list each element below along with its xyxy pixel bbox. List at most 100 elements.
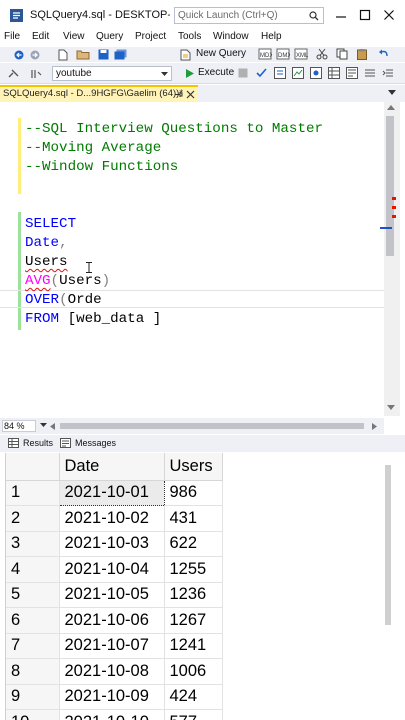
query-design-icon[interactable] bbox=[292, 67, 304, 79]
cell-users[interactable]: 1267 bbox=[164, 607, 223, 634]
table-row[interactable]: 10 2021-10-10 577 bbox=[6, 709, 223, 720]
menu-help[interactable]: Help bbox=[261, 31, 282, 42]
row-number[interactable]: 1 bbox=[6, 480, 60, 506]
scroll-left-icon[interactable] bbox=[50, 423, 55, 430]
row-number[interactable]: 8 bbox=[6, 658, 60, 685]
table-row[interactable]: 8 2021-10-08 1006 bbox=[6, 658, 223, 685]
paste-icon[interactable] bbox=[356, 48, 368, 60]
table-row[interactable]: 6 2021-10-06 1267 bbox=[6, 607, 223, 634]
pin-icon[interactable] bbox=[174, 90, 183, 99]
table-row[interactable]: 3 2021-10-03 622 bbox=[6, 531, 223, 557]
cell-date[interactable]: 2021-10-01 bbox=[58, 479, 165, 506]
back-icon[interactable] bbox=[14, 50, 26, 60]
dmx-query-icon[interactable]: DMX bbox=[276, 48, 290, 60]
open-folder-icon[interactable] bbox=[76, 49, 90, 60]
menu-project[interactable]: Project bbox=[135, 31, 166, 42]
table-row[interactable]: 1 2021-10-01 986 bbox=[6, 479, 223, 506]
row-number-header[interactable] bbox=[6, 453, 60, 481]
menu-tools[interactable]: Tools bbox=[178, 31, 201, 42]
available-databases-select[interactable]: youtube bbox=[52, 66, 172, 81]
cell-users[interactable]: 1241 bbox=[164, 633, 223, 659]
close-tab-icon[interactable] bbox=[186, 90, 195, 99]
tab-results[interactable]: Results bbox=[8, 437, 56, 451]
row-number[interactable]: 3 bbox=[6, 531, 60, 557]
cell-date[interactable]: 2021-10-04 bbox=[59, 556, 165, 583]
menu-edit[interactable]: Edit bbox=[32, 31, 49, 42]
maximize-button[interactable] bbox=[354, 5, 376, 25]
tab-messages[interactable]: Messages bbox=[60, 437, 120, 451]
forward-icon[interactable] bbox=[30, 50, 42, 60]
cell-users[interactable]: 986 bbox=[164, 480, 223, 506]
row-number[interactable]: 7 bbox=[6, 633, 60, 659]
cell-date[interactable]: 2021-10-06 bbox=[59, 607, 165, 634]
column-header-date[interactable]: Date bbox=[59, 453, 165, 481]
column-header-users[interactable]: Users bbox=[164, 453, 223, 481]
cell-users[interactable]: 577 bbox=[164, 709, 223, 720]
table-row[interactable]: 5 2021-10-05 1236 bbox=[6, 582, 223, 608]
stop-icon[interactable] bbox=[238, 68, 248, 78]
cell-date[interactable]: 2021-10-03 bbox=[59, 531, 165, 557]
new-query-button[interactable]: New Query bbox=[196, 48, 246, 59]
editor-horizontal-scrollbar[interactable] bbox=[50, 421, 380, 431]
tab-sqlquery4[interactable]: SQLQuery4.sql - D...9HGFG\Gaelim (64))* bbox=[0, 85, 198, 102]
cell-users[interactable]: 431 bbox=[164, 505, 223, 532]
comment-lines-icon[interactable] bbox=[364, 67, 376, 79]
row-number[interactable]: 10 bbox=[6, 709, 60, 720]
display-plan-icon[interactable] bbox=[274, 67, 286, 79]
table-row[interactable]: 7 2021-10-07 1241 bbox=[6, 633, 223, 659]
close-window-button[interactable] bbox=[378, 5, 400, 25]
quick-launch-input[interactable]: Quick Launch (Ctrl+Q) bbox=[174, 7, 324, 24]
menu-view[interactable]: View bbox=[63, 31, 85, 42]
undo-icon[interactable] bbox=[378, 48, 390, 60]
scroll-down-icon[interactable] bbox=[387, 405, 395, 410]
cell-users[interactable]: 424 bbox=[164, 684, 223, 710]
menu-window[interactable]: Window bbox=[213, 31, 249, 42]
include-plan-icon[interactable] bbox=[310, 67, 322, 79]
query-editor[interactable]: --SQL Interview Questions to Master --Mo… bbox=[0, 102, 384, 416]
menu-file[interactable]: File bbox=[4, 31, 20, 42]
new-query-icon[interactable] bbox=[180, 49, 192, 61]
cell-date[interactable]: 2021-10-02 bbox=[59, 505, 165, 532]
cell-users[interactable]: 1255 bbox=[164, 556, 223, 583]
tab-list-chevron-icon[interactable] bbox=[388, 90, 396, 96]
scroll-right-icon[interactable] bbox=[372, 423, 377, 430]
results-to-text-icon[interactable] bbox=[346, 67, 358, 79]
grid-vertical-scrollbar[interactable] bbox=[384, 459, 392, 720]
editor-scroll-thumb[interactable] bbox=[386, 116, 394, 256]
cell-date[interactable]: 2021-10-07 bbox=[59, 633, 165, 659]
cell-date[interactable]: 2021-10-05 bbox=[59, 582, 165, 608]
cell-users[interactable]: 622 bbox=[164, 531, 223, 557]
row-number[interactable]: 2 bbox=[6, 505, 60, 532]
chevron-down-icon[interactable] bbox=[40, 423, 47, 427]
results-grid[interactable]: Date Users 1 2021-10-01 986 2 2021-10-02… bbox=[5, 453, 400, 720]
cut-icon[interactable] bbox=[316, 48, 328, 60]
save-icon[interactable] bbox=[98, 49, 109, 60]
table-row[interactable]: 4 2021-10-04 1255 bbox=[6, 556, 223, 583]
connect-icon[interactable] bbox=[8, 68, 20, 79]
parse-checkmark-icon[interactable] bbox=[256, 68, 267, 78]
row-number[interactable]: 4 bbox=[6, 556, 60, 583]
horizontal-scroll-thumb[interactable] bbox=[60, 423, 364, 429]
menu-query[interactable]: Query bbox=[96, 31, 123, 42]
row-number[interactable]: 9 bbox=[6, 684, 60, 710]
row-number[interactable]: 5 bbox=[6, 582, 60, 608]
zoom-level-select[interactable]: 84 % bbox=[2, 420, 36, 432]
editor-vertical-scrollbar[interactable] bbox=[384, 102, 400, 416]
grid-scroll-thumb[interactable] bbox=[385, 465, 391, 625]
row-number[interactable]: 6 bbox=[6, 607, 60, 634]
table-row[interactable]: 9 2021-10-09 424 bbox=[6, 684, 223, 710]
new-file-icon[interactable] bbox=[58, 49, 68, 61]
cell-date[interactable]: 2021-10-09 bbox=[59, 684, 165, 710]
results-to-grid-icon[interactable] bbox=[328, 67, 340, 79]
cell-date[interactable]: 2021-10-10 bbox=[59, 709, 165, 720]
scroll-up-icon[interactable] bbox=[387, 105, 395, 110]
save-all-icon[interactable] bbox=[114, 49, 127, 60]
mdx-query-icon[interactable]: MDX bbox=[258, 48, 272, 60]
change-connection-icon[interactable] bbox=[30, 68, 42, 79]
cell-users[interactable]: 1236 bbox=[164, 582, 223, 608]
copy-icon[interactable] bbox=[336, 48, 348, 60]
minimize-button[interactable] bbox=[330, 5, 352, 25]
cell-users[interactable]: 1006 bbox=[164, 658, 223, 685]
indent-icon[interactable] bbox=[382, 67, 394, 79]
xmla-query-icon[interactable]: XML bbox=[294, 48, 308, 60]
